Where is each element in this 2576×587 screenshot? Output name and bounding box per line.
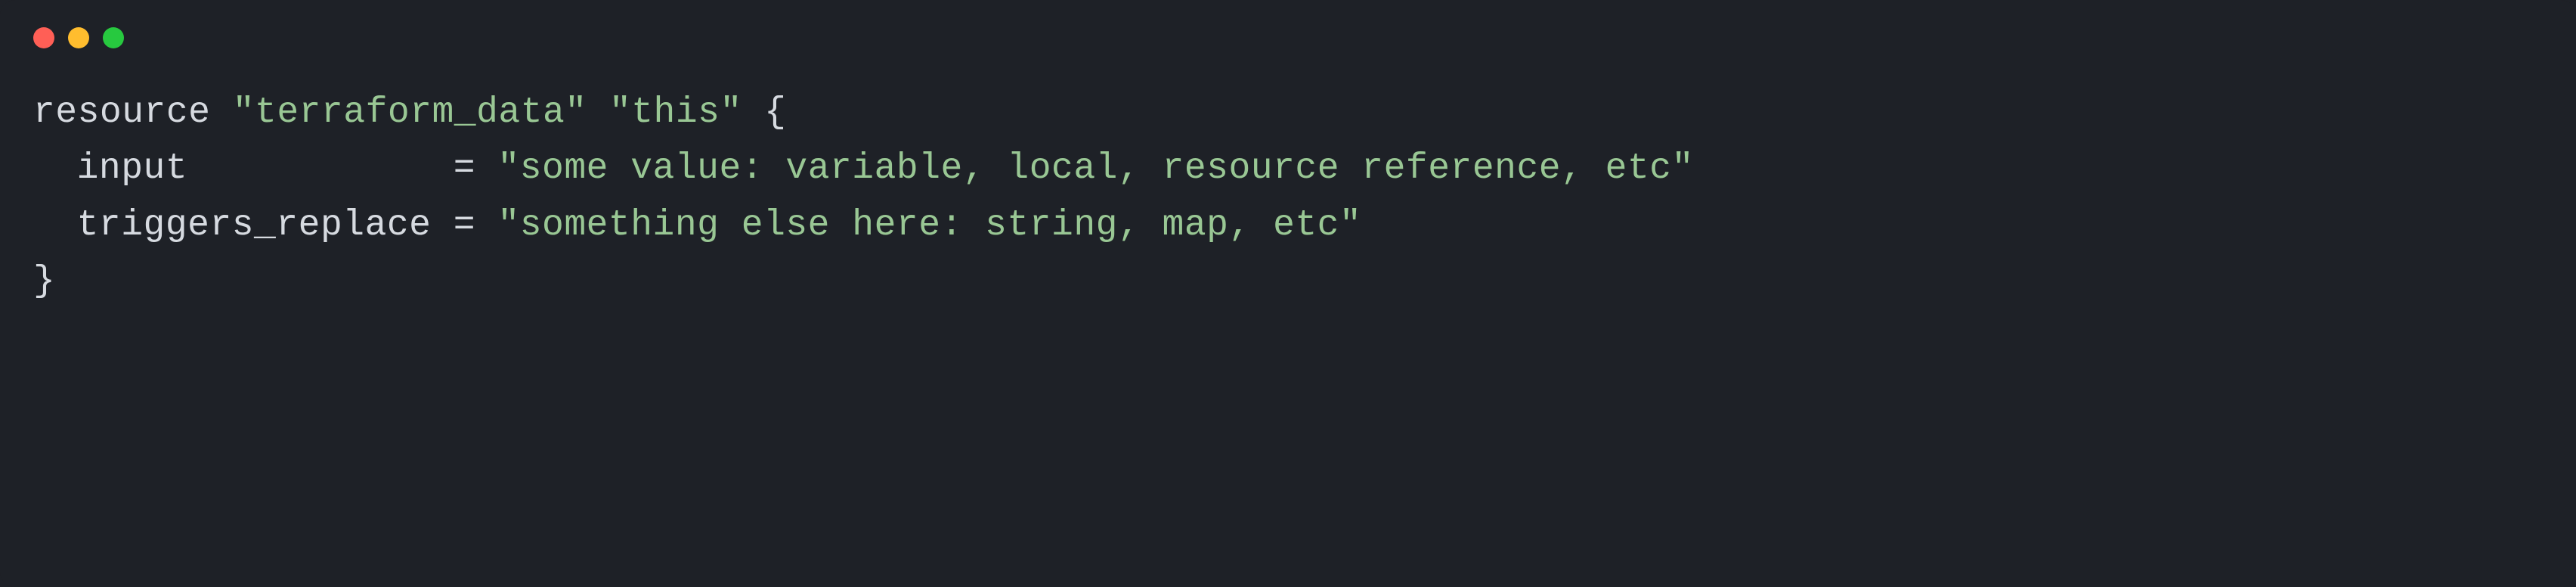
minimize-icon[interactable]: [68, 27, 89, 48]
code-brace: {: [764, 92, 786, 133]
code-string: "something else here: string, map, etc": [497, 205, 1361, 246]
code-line: resource "terraform_data" "this" {: [33, 85, 2543, 141]
code-equals: =: [431, 205, 497, 246]
code-attribute: triggers_replace: [77, 205, 432, 246]
code-string: "some value: variable, local, resource r…: [497, 148, 1693, 189]
code-keyword: resource: [33, 92, 210, 133]
code-brace: }: [33, 261, 55, 302]
code-line: }: [33, 253, 2543, 309]
code-padding: [187, 148, 431, 189]
code-equals: =: [432, 148, 498, 189]
code-string: "terraform_data": [233, 92, 587, 133]
window-controls: [33, 27, 2543, 48]
close-icon[interactable]: [33, 27, 54, 48]
code-line: input = "some value: variable, local, re…: [33, 141, 2543, 197]
code-block: resource "terraform_data" "this" { input…: [33, 85, 2543, 310]
code-string: "this": [609, 92, 742, 133]
code-window: resource "terraform_data" "this" { input…: [0, 0, 2576, 587]
code-line: triggers_replace = "something else here:…: [33, 197, 2543, 253]
code-attribute: input: [77, 148, 188, 189]
maximize-icon[interactable]: [103, 27, 124, 48]
